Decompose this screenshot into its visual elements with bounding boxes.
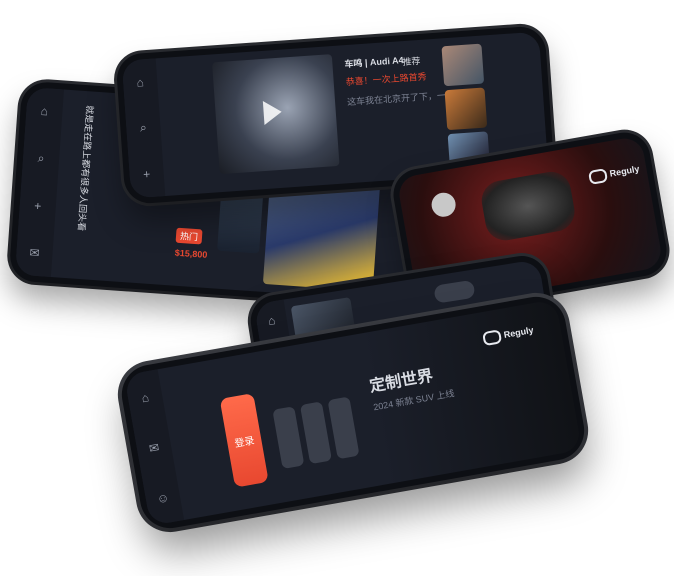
login-button[interactable]: 登录 [219,393,269,488]
home-icon[interactable]: ⌂ [256,311,288,330]
add-icon[interactable]: + [19,198,56,214]
video-thumb[interactable] [212,54,340,175]
add-icon[interactable]: + [129,166,164,182]
brand-logo: Reguly [587,162,641,185]
side-thumb-1[interactable] [441,43,485,87]
search-icon[interactable]: ⌕ [126,120,161,137]
profile-icon[interactable]: ☺ [145,488,181,508]
phone-left-nav: ⌂ ⌕ + ✉ [14,86,64,278]
video-headline: 恭喜！一次上路首秀 [345,71,427,88]
feed-text: 就是走在路上都有很多人回头看 [76,105,95,232]
hot-tag: 热门 [175,227,203,245]
option-pill-1[interactable] [272,406,305,470]
chat-icon[interactable]: ✉ [136,438,172,458]
home-icon[interactable]: ⌂ [123,74,158,90]
brand-mark-icon [482,329,503,347]
avatar[interactable] [429,190,458,219]
option-pill-2[interactable] [299,401,332,465]
play-icon[interactable] [262,99,283,125]
phone-top-nav: ⌂ ⌕ + [121,58,166,199]
phone-bottom: ⌂ ✉ ☺ 登录 定制世界 2024 新款 SUV 上线 Reguly [117,292,589,533]
brand-name: Reguly [608,163,641,179]
phone-bottom-screen: ⌂ ✉ ☺ 登录 定制世界 2024 新款 SUV 上线 Reguly [124,299,582,526]
bottom-brand-name: Reguly [502,324,535,340]
home-icon[interactable]: ⌂ [26,103,63,119]
phone-bottom-nav: ⌂ ✉ ☺ [124,369,185,526]
car-hero [478,168,578,244]
price-label: $15,800 [174,247,208,260]
app-mockup-scene: ⌂ ⌕ + ✉ 就是走在路上都有很多人回头看 $15,800 热门 ⌂ ⌕ + … [0,0,674,576]
brand-mark-icon [587,168,609,185]
chat-icon[interactable]: ✉ [16,244,53,260]
option-pill-3[interactable] [327,396,360,460]
home-icon[interactable]: ⌂ [127,388,163,408]
search-icon[interactable]: ⌕ [23,150,60,167]
side-thumb-2[interactable] [444,87,488,131]
video-username: 车鸣 | Audi A4 [344,55,404,70]
tab-recommend[interactable]: 推荐 [402,54,421,68]
bottom-brand-logo: Reguly [482,324,535,347]
center-pill[interactable] [433,279,476,304]
